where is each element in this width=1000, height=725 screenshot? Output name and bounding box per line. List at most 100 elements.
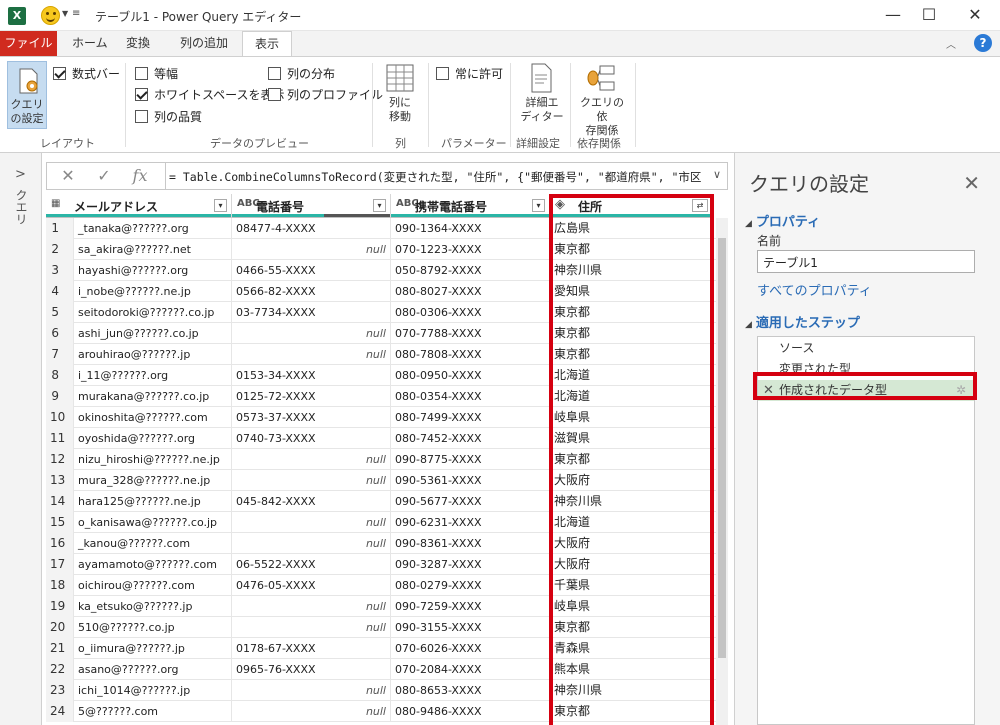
- column-header-mobile[interactable]: ABC 携帯電話番号 ▾: [391, 194, 550, 218]
- row-number[interactable]: 13: [46, 470, 74, 491]
- cell-mobile[interactable]: 080-7808-XXXX: [391, 344, 550, 365]
- cell-email[interactable]: ayamamoto@??????.com: [74, 554, 232, 575]
- row-number[interactable]: 4: [46, 281, 74, 302]
- ribbon-collapse-icon[interactable]: ︿: [946, 36, 956, 51]
- cell-phone[interactable]: null: [232, 344, 391, 365]
- smiley-feedback-icon[interactable]: [41, 6, 60, 25]
- formula-input[interactable]: = Table.CombineColumnsToRecord(変更された型, "…: [169, 169, 704, 185]
- row-number[interactable]: 14: [46, 491, 74, 512]
- cell-phone[interactable]: null: [232, 680, 391, 701]
- cell-addr[interactable]: 東京都: [550, 323, 714, 344]
- go-to-column-button[interactable]: 列に 移動: [381, 61, 419, 124]
- table-row[interactable]: 21 o_iimura@??????.jp 0178-67-XXXX 070-6026…: [46, 638, 728, 659]
- cell-mobile[interactable]: 080-0950-XXXX: [391, 365, 550, 386]
- gear-icon[interactable]: ✲: [956, 380, 966, 401]
- cell-phone[interactable]: null: [232, 512, 391, 533]
- cell-phone[interactable]: 0466-55-XXXX: [232, 260, 391, 281]
- cell-phone[interactable]: null: [232, 323, 391, 344]
- cell-phone[interactable]: 0153-34-XXXX: [232, 365, 391, 386]
- row-number[interactable]: 17: [46, 554, 74, 575]
- table-row[interactable]: 3 hayashi@??????.org 0466-55-XXXX 050-8792-…: [46, 260, 728, 281]
- query-settings-button[interactable]: クエリ の設定: [7, 61, 47, 129]
- cell-phone[interactable]: 0178-67-XXXX: [232, 638, 391, 659]
- table-row[interactable]: 16 _kanou@??????.com null 090-8361-XXXX 大阪府: [46, 533, 728, 554]
- cell-email[interactable]: oichirou@??????.com: [74, 575, 232, 596]
- cancel-formula-icon[interactable]: ✕: [53, 166, 83, 185]
- formula-bar-checkbox[interactable]: 数式バー: [53, 65, 120, 82]
- scrollbar-thumb[interactable]: [718, 238, 726, 658]
- row-number[interactable]: 24: [46, 701, 74, 722]
- cell-phone[interactable]: 045-842-XXXX: [232, 491, 391, 512]
- always-allow-checkbox[interactable]: 常に許可: [436, 65, 503, 82]
- cell-email[interactable]: arouhirao@??????.jp: [74, 344, 232, 365]
- table-row[interactable]: 11 oyoshida@??????.org 0740-73-XXXX 080-745…: [46, 428, 728, 449]
- table-row[interactable]: 20 510@??????.co.jp null 090-3155-XXXX 東京都: [46, 617, 728, 638]
- cell-email[interactable]: _kanou@??????.com: [74, 533, 232, 554]
- table-row[interactable]: 23 ichi_1014@??????.jp null 080-8653-XXXX 神奈…: [46, 680, 728, 701]
- chevron-down-icon[interactable]: ▼: [62, 9, 68, 18]
- cell-mobile[interactable]: 070-6026-XXXX: [391, 638, 550, 659]
- cell-email[interactable]: seitodoroki@??????.co.jp: [74, 302, 232, 323]
- row-number[interactable]: 16: [46, 533, 74, 554]
- column-filter-dropdown-icon[interactable]: ▾: [532, 199, 545, 212]
- table-type-icon[interactable]: ▦: [51, 198, 60, 209]
- cell-addr[interactable]: 神奈川県: [550, 260, 714, 281]
- cell-email[interactable]: hara125@??????.ne.jp: [74, 491, 232, 512]
- cell-phone[interactable]: null: [232, 533, 391, 554]
- cell-addr[interactable]: 東京都: [550, 302, 714, 323]
- cell-email[interactable]: asano@??????.org: [74, 659, 232, 680]
- close-icon[interactable]: ✕: [963, 171, 980, 195]
- cell-mobile[interactable]: 090-7259-XXXX: [391, 596, 550, 617]
- cell-phone[interactable]: null: [232, 701, 391, 722]
- query-name-input[interactable]: テーブル1: [757, 250, 975, 273]
- cell-addr[interactable]: 北海道: [550, 386, 714, 407]
- table-row[interactable]: 24 5@??????.com null 080-9486-XXXX 東京都: [46, 701, 728, 722]
- table-row[interactable]: 18 oichirou@??????.com 0476-05-XXXX 080-027…: [46, 575, 728, 596]
- cell-email[interactable]: okinoshita@??????.com: [74, 407, 232, 428]
- cell-mobile[interactable]: 070-7788-XXXX: [391, 323, 550, 344]
- cell-mobile[interactable]: 080-8653-XXXX: [391, 680, 550, 701]
- cell-addr[interactable]: 東京都: [550, 449, 714, 470]
- cell-mobile[interactable]: 090-5677-XXXX: [391, 491, 550, 512]
- cell-mobile[interactable]: 070-1223-XXXX: [391, 239, 550, 260]
- cell-addr[interactable]: 熊本県: [550, 659, 714, 680]
- cell-addr[interactable]: 大阪府: [550, 470, 714, 491]
- row-number[interactable]: 11: [46, 428, 74, 449]
- cell-email[interactable]: o_kanisawa@??????.co.jp: [74, 512, 232, 533]
- cell-email[interactable]: hayashi@??????.org: [74, 260, 232, 281]
- cell-phone[interactable]: 06-5522-XXXX: [232, 554, 391, 575]
- tab-home[interactable]: ホーム: [60, 31, 120, 56]
- tab-add-column[interactable]: 列の追加: [168, 31, 240, 56]
- chevron-down-icon[interactable]: ∨: [713, 168, 721, 181]
- cell-phone[interactable]: null: [232, 617, 391, 638]
- table-row[interactable]: 9 murakana@??????.co.jp 0125-72-XXXX 080-03…: [46, 386, 728, 407]
- cell-addr[interactable]: 千葉県: [550, 575, 714, 596]
- column-header-email[interactable]: ▦ メールアドレス ▾: [46, 194, 232, 218]
- cell-mobile[interactable]: 080-9486-XXXX: [391, 701, 550, 722]
- cell-addr[interactable]: 北海道: [550, 512, 714, 533]
- row-number[interactable]: 12: [46, 449, 74, 470]
- cell-addr[interactable]: 東京都: [550, 617, 714, 638]
- cell-email[interactable]: mura_328@??????.ne.jp: [74, 470, 232, 491]
- cell-addr[interactable]: 広島県: [550, 218, 714, 239]
- cell-email[interactable]: oyoshida@??????.org: [74, 428, 232, 449]
- column-filter-dropdown-icon[interactable]: ▾: [373, 199, 386, 212]
- all-properties-link[interactable]: すべてのプロパティ: [757, 280, 872, 299]
- table-row[interactable]: 15 o_kanisawa@??????.co.jp null 090-6231-XX…: [46, 512, 728, 533]
- cell-addr[interactable]: 東京都: [550, 239, 714, 260]
- tab-file[interactable]: ファイル: [0, 31, 57, 56]
- applied-steps-section-header[interactable]: ◢ 適用したステップ: [745, 312, 860, 331]
- show-whitespace-checkbox[interactable]: ホワイトスペースを表示: [135, 86, 285, 103]
- cell-addr[interactable]: 大阪府: [550, 554, 714, 575]
- cell-phone[interactable]: null: [232, 470, 391, 491]
- table-row[interactable]: 1 _tanaka@??????.org 08477-4-XXXX 090-1364-…: [46, 218, 728, 239]
- table-row[interactable]: 10 okinoshita@??????.com 0573-37-XXXX 080-7…: [46, 407, 728, 428]
- row-number[interactable]: 23: [46, 680, 74, 701]
- quick-access-customize-icon[interactable]: ≡: [72, 8, 80, 19]
- cell-mobile[interactable]: 090-8361-XXXX: [391, 533, 550, 554]
- monospace-checkbox[interactable]: 等幅: [135, 65, 178, 82]
- cell-mobile[interactable]: 090-3287-XXXX: [391, 554, 550, 575]
- table-row[interactable]: 19 ka_etsuko@??????.jp null 090-7259-XXXX 岐阜…: [46, 596, 728, 617]
- fx-icon[interactable]: fx: [125, 166, 155, 185]
- table-row[interactable]: 22 asano@??????.org 0965-76-XXXX 070-2084-X…: [46, 659, 728, 680]
